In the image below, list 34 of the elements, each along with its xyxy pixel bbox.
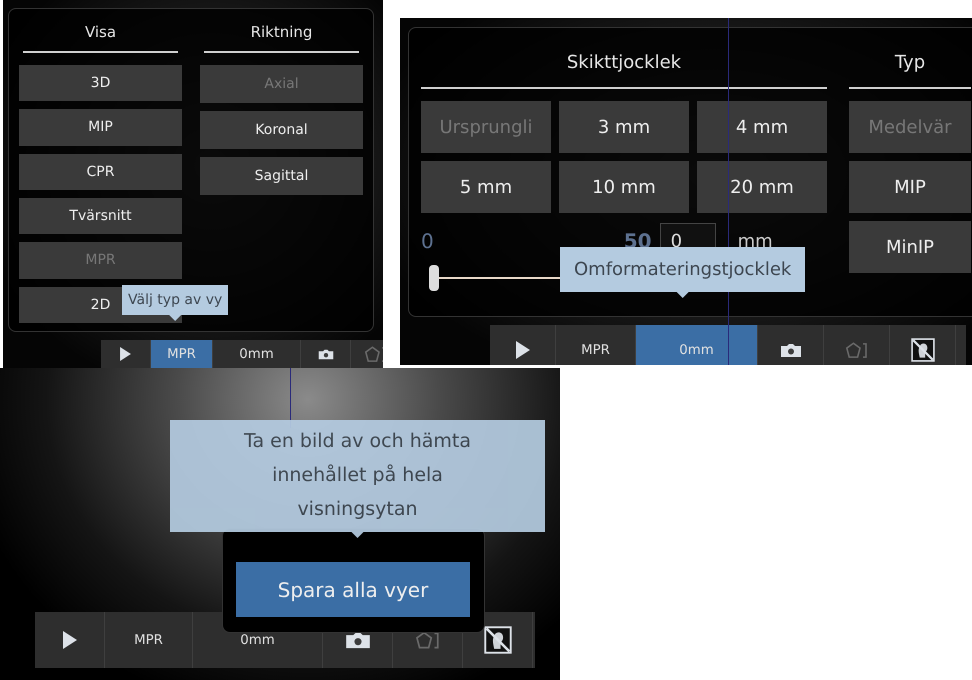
camera-icon — [318, 348, 334, 360]
menu-option[interactable]: MIP — [19, 109, 182, 146]
toolbar-button[interactable]: MPR — [105, 612, 193, 668]
menu-option[interactable]: 20 mm — [697, 161, 827, 213]
person-crossed-icon — [910, 338, 934, 362]
section-heading: Typ — [849, 42, 971, 89]
menu-option[interactable]: Tvärsnitt — [19, 198, 182, 234]
slider-min-label: 0 — [421, 229, 434, 253]
pentagon-icon — [364, 346, 383, 362]
menu-option[interactable]: 3 mm — [559, 101, 689, 153]
play-icon — [120, 347, 131, 361]
tooltip: Ta en bild av och hämta innehållet på hela visningsytan — [170, 420, 545, 538]
menu-option[interactable]: 5 mm — [421, 161, 551, 213]
column-heading: Riktning — [204, 17, 359, 53]
menu-option[interactable]: MinIP — [849, 221, 971, 273]
menu-option[interactable]: CPR — [19, 154, 182, 190]
menu-option[interactable]: MIP — [849, 161, 971, 213]
menu-option[interactable]: Sagittal — [200, 157, 363, 195]
play-icon — [516, 341, 530, 359]
pentagon-icon — [844, 342, 868, 358]
column-heading: Visa — [23, 17, 178, 53]
save-all-button[interactable]: Spara alla vyer — [236, 562, 470, 617]
person-crossed-icon — [484, 626, 512, 654]
pentagon-icon — [414, 630, 440, 650]
toolbar-button[interactable]: MPR — [151, 340, 213, 368]
menu-option[interactable]: 4 mm — [697, 101, 827, 153]
camera-icon — [780, 342, 802, 358]
menu-option[interactable]: 10 mm — [559, 161, 689, 213]
section-heading: Skikttjocklek — [421, 42, 827, 89]
toolbar-button[interactable]: 0mm — [636, 325, 758, 365]
menu-option[interactable]: 3D — [19, 65, 182, 102]
play-icon — [62, 631, 76, 649]
slider-thumb[interactable] — [429, 265, 439, 291]
menu-option[interactable]: Koronal — [200, 111, 363, 149]
